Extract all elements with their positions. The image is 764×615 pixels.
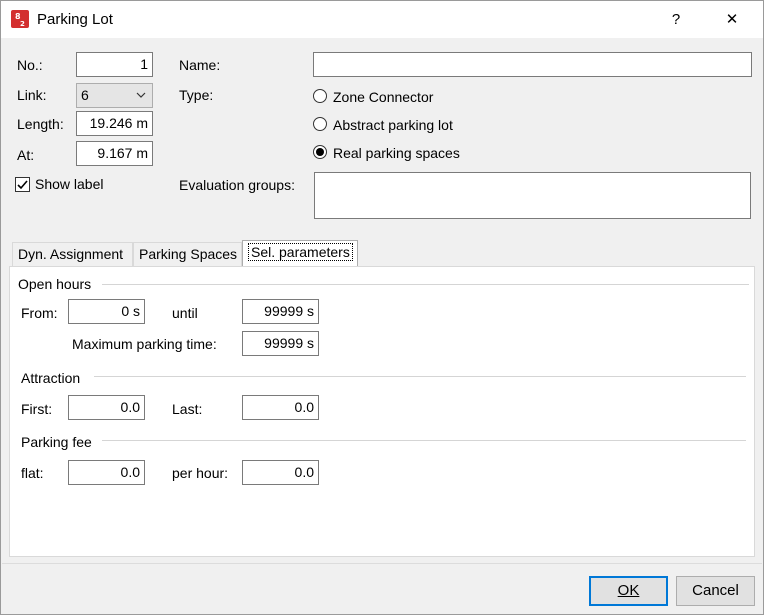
radio-zone-connector[interactable]: [313, 89, 327, 103]
from-field[interactable]: 0 s: [68, 299, 145, 324]
radio-abstract-parking-lot-label: Abstract parking lot: [333, 117, 453, 133]
show-label-checkbox[interactable]: [15, 177, 30, 192]
ok-button-label: OK: [617, 582, 640, 599]
per-hour-label: per hour:: [172, 465, 229, 481]
close-button[interactable]: ✕: [709, 1, 755, 38]
close-icon: ✕: [725, 11, 739, 28]
tab-sel-parameters[interactable]: Sel. parameters: [242, 240, 358, 266]
max-parking-time-label: Maximum parking time:: [72, 336, 217, 352]
link-select[interactable]: 6: [76, 83, 153, 108]
per-hour-field[interactable]: 0.0: [242, 460, 319, 485]
footer-separator: [2, 563, 762, 564]
radio-zone-connector-label: Zone Connector: [333, 89, 434, 105]
type-label: Type:: [179, 87, 214, 103]
cancel-button-label: Cancel: [692, 582, 739, 599]
tab-parking-spaces-label: Parking Spaces: [139, 246, 238, 262]
evaluation-groups-label: Evaluation groups:: [179, 177, 295, 193]
chevron-down-icon: [136, 92, 146, 98]
until-label: until: [172, 305, 198, 321]
no-label: No.:: [17, 57, 43, 73]
show-label-text: Show label: [35, 176, 104, 192]
parking-fee-title: Parking fee: [21, 434, 92, 450]
radio-abstract-parking-lot[interactable]: [313, 117, 327, 131]
last-label: Last:: [172, 401, 203, 417]
tab-dyn-assignment[interactable]: Dyn. Assignment: [12, 242, 133, 266]
length-field[interactable]: 19.246 m: [76, 111, 153, 136]
at-label: At:: [17, 147, 35, 163]
until-field[interactable]: 99999 s: [242, 299, 319, 324]
radio-real-parking-spaces-label: Real parking spaces: [333, 145, 460, 161]
link-label: Link:: [17, 87, 47, 103]
attraction-divider: [94, 376, 746, 377]
last-field[interactable]: 0.0: [242, 395, 319, 420]
parking-lot-app-icon: 8 2: [11, 10, 29, 28]
tab-dyn-assignment-label: Dyn. Assignment: [18, 246, 124, 262]
at-field[interactable]: 9.167 m: [76, 141, 153, 166]
help-button[interactable]: ?: [653, 1, 699, 38]
first-label: First:: [21, 401, 53, 417]
svg-text:2: 2: [20, 20, 25, 28]
window-title: Parking Lot: [37, 11, 113, 28]
radio-real-parking-spaces[interactable]: [313, 145, 327, 159]
max-parking-time-field[interactable]: 99999 s: [242, 331, 319, 356]
length-label: Length:: [17, 116, 64, 132]
from-label: From:: [21, 305, 58, 321]
no-field[interactable]: 1: [76, 52, 153, 77]
cancel-button[interactable]: Cancel: [676, 576, 755, 606]
parking-lot-dialog: 8 2 Parking Lot ? ✕ No.: 1 Link: 6 Lengt…: [0, 0, 764, 615]
open-hours-title: Open hours: [18, 276, 92, 292]
evaluation-groups-field[interactable]: [314, 172, 751, 219]
open-hours-divider: [102, 284, 749, 285]
name-label: Name:: [179, 57, 221, 73]
link-select-value: 6: [81, 87, 89, 103]
flat-field[interactable]: 0.0: [68, 460, 145, 485]
checkmark-icon: [17, 180, 28, 190]
attraction-title: Attraction: [21, 370, 81, 386]
help-icon: ?: [671, 11, 681, 28]
tab-parking-spaces[interactable]: Parking Spaces: [133, 242, 242, 266]
title-bar[interactable]: 8 2 Parking Lot ? ✕: [1, 1, 763, 38]
parking-fee-divider: [102, 440, 746, 441]
flat-label: flat:: [21, 465, 44, 481]
first-field[interactable]: 0.0: [68, 395, 145, 420]
name-field[interactable]: [313, 52, 752, 77]
ok-button[interactable]: OK: [589, 576, 668, 606]
sel-parameters-panel: Open hours From: 0 s until 99999 s Maxim…: [9, 266, 755, 557]
tab-sel-parameters-label: Sel. parameters: [248, 243, 353, 261]
